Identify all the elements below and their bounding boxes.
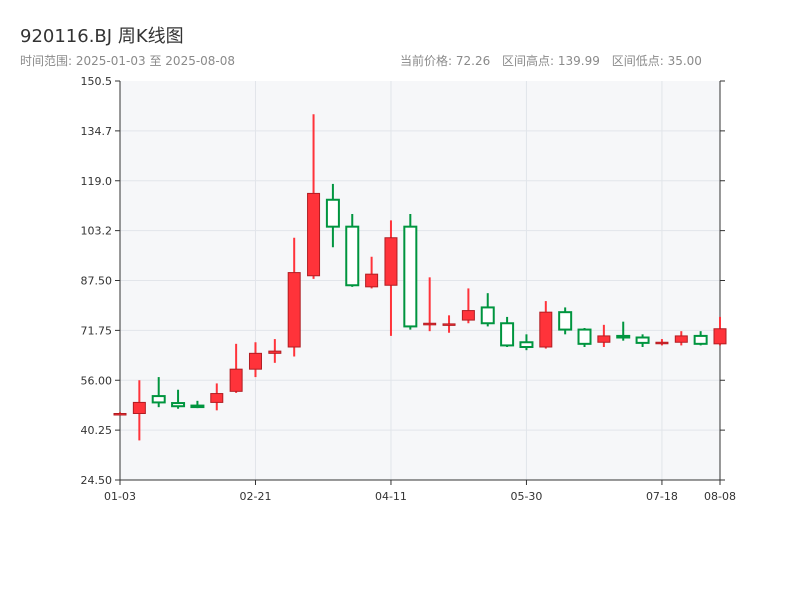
candle-body xyxy=(558,311,573,331)
candle-body xyxy=(132,401,146,414)
x-tick-label: 07-18 xyxy=(646,490,678,503)
candle-body xyxy=(403,225,418,328)
candle-body xyxy=(635,336,650,344)
candle-body xyxy=(693,334,708,345)
candle-body xyxy=(287,272,301,348)
candle-body xyxy=(345,225,360,287)
y-tick-label: 119.0 xyxy=(81,175,113,188)
candle-body xyxy=(171,402,186,408)
candle-body xyxy=(713,328,727,345)
candle-body xyxy=(539,311,553,348)
candlestick-chart: 150.5 134.7 119.0 103.2 87.50 71.75 56.00 40.25… xyxy=(81,75,736,503)
candle-body xyxy=(461,310,475,321)
x-tick-label: 02-21 xyxy=(239,490,271,503)
x-tick-label: 01-03 xyxy=(104,490,136,503)
y-tick-label: 150.5 xyxy=(81,75,113,88)
candle-body xyxy=(384,237,398,286)
candle-body xyxy=(190,404,205,409)
candle-body xyxy=(113,413,127,416)
candle-body xyxy=(480,306,495,325)
candle-body xyxy=(597,335,611,343)
y-tick-label: 103.2 xyxy=(81,225,113,238)
y-tick-label: 71.75 xyxy=(81,324,113,337)
candle-body xyxy=(210,393,224,403)
candle-body xyxy=(248,352,262,370)
candle-body xyxy=(500,322,515,347)
y-tick-label: 24.50 xyxy=(81,474,113,487)
y-tick-label: 87.50 xyxy=(81,275,113,288)
candle-body xyxy=(674,335,688,343)
candle-body xyxy=(151,395,166,404)
y-tick-label: 56.00 xyxy=(81,374,113,387)
candle-body xyxy=(307,192,321,277)
y-tick-label: 134.7 xyxy=(81,125,113,138)
x-tick-label: 04-11 xyxy=(375,490,407,503)
candle-body xyxy=(365,273,379,288)
x-tick-label: 08-08 xyxy=(704,490,736,503)
candle-body xyxy=(229,368,243,392)
y-tick-label: 40.25 xyxy=(81,424,113,437)
candle-body xyxy=(268,350,282,354)
candle-body xyxy=(519,341,534,348)
candle-body xyxy=(577,328,592,345)
x-tick-label: 05-30 xyxy=(510,490,542,503)
candle-body xyxy=(442,323,456,326)
candle-body xyxy=(325,198,340,228)
candle-body xyxy=(423,322,437,326)
candle-body xyxy=(616,334,631,339)
candle-body xyxy=(655,341,669,345)
